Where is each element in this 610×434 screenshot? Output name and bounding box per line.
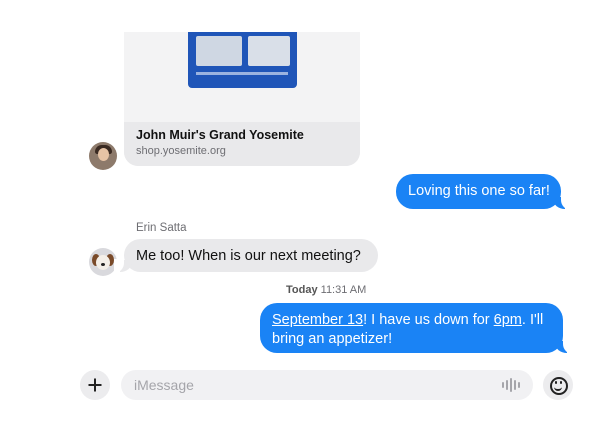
link-preview-title: John Muir's Grand Yosemite bbox=[136, 128, 304, 142]
timestamp-day: Today bbox=[286, 284, 318, 296]
timestamp-time: 11:31 AM bbox=[320, 284, 367, 296]
link-preview-image bbox=[124, 32, 360, 122]
date-link[interactable]: September 13 bbox=[272, 312, 363, 328]
message-text: ! I have us down for bbox=[363, 312, 494, 328]
timestamp: Today 11:31 AM bbox=[286, 284, 366, 296]
link-preview-url: shop.yosemite.org bbox=[136, 145, 226, 157]
time-link[interactable]: 6pm bbox=[494, 312, 522, 328]
smiley-icon[interactable] bbox=[543, 370, 573, 400]
message-text: Loving this one so far! bbox=[408, 183, 550, 199]
message-input-placeholder: iMessage bbox=[134, 377, 194, 393]
sender-name: Erin Satta bbox=[136, 222, 187, 234]
link-preview-card[interactable]: John Muir's Grand Yosemite shop.yosemite… bbox=[124, 32, 360, 166]
message-input[interactable]: iMessage bbox=[121, 370, 533, 400]
avatar[interactable] bbox=[89, 142, 117, 170]
waveform-icon[interactable] bbox=[502, 378, 520, 392]
message-text: Me too! When is our next meeting? bbox=[136, 248, 361, 264]
message-bubble-incoming[interactable]: Me too! When is our next meeting? bbox=[114, 239, 378, 273]
book-cover-image bbox=[188, 32, 297, 88]
message-bubble-outgoing[interactable]: September 13! I have us down for 6pm. I'… bbox=[260, 303, 573, 354]
message-bubble-outgoing[interactable]: Loving this one so far! bbox=[396, 174, 571, 210]
avatar-dog[interactable] bbox=[89, 248, 117, 276]
link-preview-meta: John Muir's Grand Yosemite shop.yosemite… bbox=[124, 122, 360, 166]
plus-icon[interactable] bbox=[80, 370, 110, 400]
